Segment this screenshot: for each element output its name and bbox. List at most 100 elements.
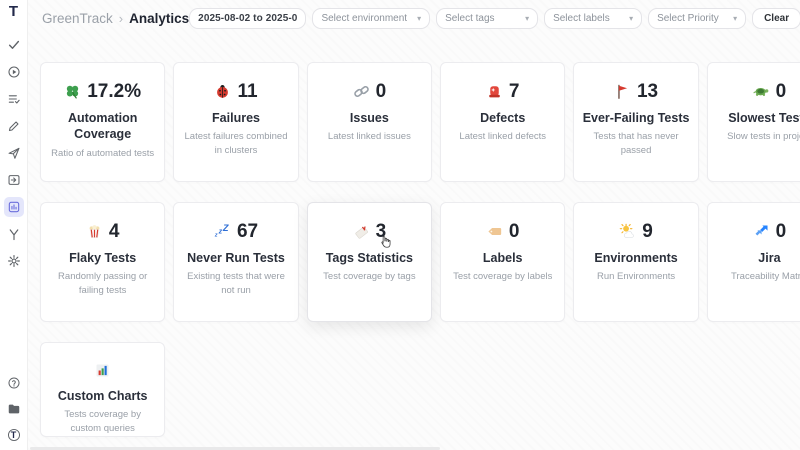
sidebar-item-avatar[interactable]: T	[4, 425, 24, 445]
pencil-icon	[7, 119, 21, 133]
chevron-down-icon: ▾	[733, 14, 737, 23]
dropdown-placeholder: Select labels	[553, 13, 610, 24]
card-value: 3	[376, 222, 387, 241]
clover-icon	[64, 83, 81, 100]
sidebar-item-branch[interactable]	[4, 224, 24, 244]
sun-cloud-icon	[619, 223, 636, 240]
select-tags-dropdown[interactable]: Select tags ▾	[436, 8, 538, 29]
card-flaky-tests[interactable]: 4 Flaky Tests Randomly passing or failin…	[40, 202, 165, 322]
gear-icon	[7, 254, 21, 268]
select-labels-dropdown[interactable]: Select labels ▾	[544, 8, 642, 29]
folder-icon	[7, 402, 21, 416]
card-jira[interactable]: 0 Jira Traceability Matrix	[707, 202, 800, 322]
breadcrumb: GreenTrack › Analytics	[42, 11, 189, 26]
card-value: 0	[376, 82, 387, 101]
dropdown-placeholder: Select environment	[321, 13, 407, 24]
card-title: Never Run Tests	[187, 250, 285, 266]
dropdown-placeholder: Select tags	[445, 13, 494, 24]
zzz-icon	[214, 223, 231, 240]
card-value: 0	[509, 222, 520, 241]
check-icon	[7, 38, 21, 52]
branch-icon	[7, 227, 21, 241]
avatar-letter: T	[11, 430, 17, 440]
card-ever-failing-tests[interactable]: 13 Ever-Failing Tests Tests that has nev…	[573, 62, 698, 182]
card-never-run-tests[interactable]: 67 Never Run Tests Existing tests that w…	[173, 202, 298, 322]
card-value: 0	[776, 82, 787, 101]
app-window: T T GreenTrack › Analytics 2025-08-02 to…	[0, 0, 800, 450]
sidebar-item-help[interactable]	[4, 373, 24, 393]
card-tags-statistics[interactable]: 3 Tags Statistics Test coverage by tags	[307, 202, 432, 322]
card-value: 17.2%	[87, 82, 141, 101]
card-value: 13	[637, 82, 658, 101]
breadcrumb-project[interactable]: GreenTrack	[42, 11, 113, 26]
filter-dropdowns: Select environment ▾ Select tags ▾ Selec…	[312, 8, 746, 29]
card-subtitle: Test coverage by tags	[323, 270, 415, 284]
card-custom-charts[interactable]: Custom Charts Tests coverage by custom q…	[40, 342, 165, 437]
sidebar-bottom: T	[4, 373, 24, 445]
card-title: Environments	[594, 250, 677, 266]
breadcrumb-separator: ›	[119, 11, 123, 26]
date-range-picker[interactable]: 2025-08-02 to 2025-0	[189, 8, 306, 29]
card-subtitle: Test coverage by labels	[453, 270, 552, 284]
plane-icon	[7, 146, 21, 160]
sidebar-item-plane[interactable]	[4, 143, 24, 163]
card-subtitle: Tests coverage by custom queries	[49, 408, 156, 436]
card-subtitle: Traceability Matrix	[731, 270, 800, 284]
sidebar-item-pencil[interactable]	[4, 116, 24, 136]
sidebar-item-analytics-chart[interactable]	[4, 197, 24, 217]
main-area: GreenTrack › Analytics 2025-08-02 to 202…	[28, 0, 800, 450]
card-title: Flaky Tests	[69, 250, 136, 266]
card-title: Labels	[483, 250, 523, 266]
card-value: 7	[509, 82, 520, 101]
ladybug-icon	[214, 83, 231, 100]
bookmark-tag-icon	[353, 223, 370, 240]
select-environment-dropdown[interactable]: Select environment ▾	[312, 8, 430, 29]
card-title: Tags Statistics	[326, 250, 413, 266]
card-title: Issues	[350, 110, 389, 126]
sidebar-item-check[interactable]	[4, 35, 24, 55]
link-icon	[353, 83, 370, 100]
select-priority-dropdown[interactable]: Select Priority ▾	[648, 8, 746, 29]
card-title: Ever-Failing Tests	[583, 110, 690, 126]
dropdown-placeholder: Select Priority	[657, 13, 719, 24]
card-automation-coverage[interactable]: 17.2% Automation Coverage Ratio of autom…	[40, 62, 165, 182]
inbox-arrow-icon	[7, 173, 21, 187]
sidebar-nav	[4, 35, 24, 271]
card-environments[interactable]: 9 Environments Run Environments	[573, 202, 698, 322]
page-title: Analytics	[129, 11, 189, 26]
sidebar-item-inbox-arrow[interactable]	[4, 170, 24, 190]
card-value: 11	[237, 82, 257, 101]
card-title: Automation Coverage	[49, 110, 156, 143]
sidebar-item-list-check[interactable]	[4, 89, 24, 109]
card-defects[interactable]: 7 Defects Latest linked defects	[440, 62, 565, 182]
sidebar-item-play-circle[interactable]	[4, 62, 24, 82]
play-circle-icon	[7, 65, 21, 79]
card-subtitle: Run Environments	[597, 270, 675, 284]
card-subtitle: Ratio of automated tests	[51, 147, 154, 161]
chevron-down-icon: ▾	[629, 14, 633, 23]
card-subtitle: Latest failures combined in clusters	[182, 130, 289, 158]
label-tag-icon	[486, 223, 503, 240]
chevron-down-icon: ▾	[417, 14, 421, 23]
card-subtitle: Tests that has never passed	[582, 130, 689, 158]
list-check-icon	[7, 92, 21, 106]
card-issues[interactable]: 0 Issues Latest linked issues	[307, 62, 432, 182]
jira-icon	[753, 223, 770, 240]
analytics-chart-icon	[7, 200, 21, 214]
bar-chart-icon	[94, 362, 111, 379]
card-slowest-tests[interactable]: 0 Slowest Tests Slow tests in project	[707, 62, 800, 182]
card-title: Failures	[212, 110, 260, 126]
sidebar-item-folder[interactable]	[4, 399, 24, 419]
card-subtitle: Randomly passing or failing tests	[49, 270, 156, 298]
card-title: Jira	[758, 250, 780, 266]
card-value: 67	[237, 222, 258, 241]
card-subtitle: Slow tests in project	[727, 130, 800, 144]
card-title: Defects	[480, 110, 525, 126]
popcorn-icon	[86, 223, 103, 240]
card-subtitle: Latest linked issues	[328, 130, 411, 144]
card-labels[interactable]: 0 Labels Test coverage by labels	[440, 202, 565, 322]
sidebar-item-gear[interactable]	[4, 251, 24, 271]
card-failures[interactable]: 11 Failures Latest failures combined in …	[173, 62, 298, 182]
clear-filters-button[interactable]: Clear	[752, 8, 800, 29]
card-subtitle: Existing tests that were not run	[182, 270, 289, 298]
